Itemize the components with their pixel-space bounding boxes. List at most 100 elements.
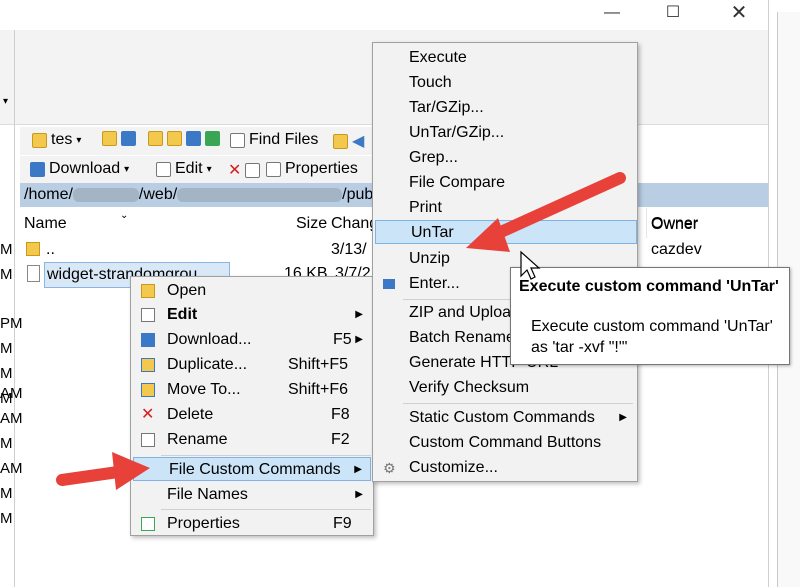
- chevron-down-icon: ▾: [76, 134, 82, 146]
- download-icon: [141, 333, 155, 347]
- edit-label: Edit: [175, 160, 203, 177]
- chevron-down-icon: ▾: [206, 163, 212, 175]
- download-icon: [30, 161, 45, 177]
- back-arrow-icon[interactable]: ◀: [352, 131, 364, 151]
- root-dir-icon[interactable]: [167, 131, 182, 146]
- menu-item-label: Custom Command Buttons: [409, 434, 602, 451]
- menu-item-duplicate[interactable]: Duplicate... Shift+F5: [133, 353, 371, 377]
- tooltip-title: Execute custom command 'UnTar': [519, 278, 779, 295]
- menu-item-open[interactable]: Open: [133, 279, 371, 303]
- find-files-button[interactable]: Find Files: [230, 131, 318, 149]
- time-cell: M: [0, 435, 13, 452]
- download-button[interactable]: Download ▾: [30, 160, 129, 178]
- arrow-shaft: [56, 466, 124, 486]
- folder-icon: [32, 132, 47, 148]
- file-changed: 3/13/: [331, 241, 367, 258]
- submenu-item-grep[interactable]: Grep...: [375, 146, 635, 170]
- file-toolbar: Download ▾ Edit ▾ ✕ Properties: [20, 156, 380, 184]
- edit-icon: [141, 308, 155, 322]
- file-name: ..: [46, 241, 55, 258]
- menu-item-label: UnTar/GZip...: [409, 124, 505, 141]
- parent-dir-icon[interactable]: [148, 131, 163, 146]
- menu-item-properties[interactable]: Properties F9: [133, 512, 371, 536]
- table-row[interactable]: .. 3/13/: [20, 238, 380, 262]
- title-bar: — ☐ ✕: [0, 0, 770, 30]
- rename-icon[interactable]: [245, 162, 261, 178]
- custom-commands-submenu: Execute Touch Tar/GZip... UnTar/GZip... …: [372, 42, 638, 482]
- time-cell: M: [0, 241, 13, 258]
- time-cell: M: [0, 485, 13, 502]
- owner-header-overlay: Owner: [651, 216, 699, 233]
- minimize-button[interactable]: —: [589, 0, 635, 30]
- find-files-label: Find Files: [249, 131, 319, 148]
- menu-item-label: Touch: [409, 74, 452, 91]
- time-cell: M: [0, 510, 13, 527]
- menu-item-shortcut: Shift+F5: [288, 356, 349, 373]
- menu-item-label: Verify Checksum: [409, 379, 530, 396]
- menu-separator: [403, 403, 633, 404]
- menu-item-rename[interactable]: Rename F2: [133, 428, 371, 452]
- duplicate-icon: [141, 358, 155, 372]
- tree-icon[interactable]: [333, 133, 348, 149]
- submenu-item-customize[interactable]: ⚙ Customize...: [375, 456, 635, 480]
- properties-button[interactable]: Properties: [266, 160, 358, 178]
- column-size[interactable]: Size: [296, 215, 327, 233]
- menu-item-label: Unzip: [409, 250, 450, 267]
- submenu-item-static-custom-commands[interactable]: Static Custom Commands ▶: [375, 406, 635, 430]
- home-icon[interactable]: [186, 131, 201, 146]
- menu-item-label: File Compare: [409, 174, 506, 191]
- close-button[interactable]: ✕: [716, 0, 762, 30]
- menu-item-shortcut: F5: [333, 331, 352, 348]
- open-folder-icon[interactable]: [102, 131, 117, 146]
- submenu-item-touch[interactable]: Touch: [375, 71, 635, 95]
- edit-button[interactable]: Edit ▾: [156, 160, 212, 178]
- menu-item-label: Print: [409, 199, 442, 216]
- submenu-item-print[interactable]: Print: [375, 196, 635, 220]
- menu-item-label: Properties: [167, 515, 240, 532]
- submenu-item-custom-command-buttons[interactable]: Custom Command Buttons: [375, 431, 635, 455]
- menu-item-label: Delete: [167, 406, 214, 423]
- delete-icon: ✕: [141, 406, 155, 423]
- maximize-button[interactable]: ☐: [650, 0, 696, 30]
- submenu-item-file-compare[interactable]: File Compare: [375, 171, 635, 195]
- download-label: Download: [49, 160, 121, 177]
- properties-label: Properties: [285, 160, 358, 177]
- remote-toolbar: tes ▾ Find Files ◀: [20, 127, 380, 155]
- panel-divider[interactable]: [14, 30, 15, 587]
- menu-item-label: Download...: [167, 331, 252, 348]
- menu-item-delete[interactable]: ✕ Delete F8: [133, 403, 371, 427]
- menu-item-edit[interactable]: Edit ▶: [133, 303, 371, 327]
- submenu-item-execute[interactable]: Execute: [375, 46, 635, 70]
- submenu-item-untar[interactable]: UnTar: [375, 220, 637, 244]
- filter-icon[interactable]: [121, 131, 136, 146]
- submenu-arrow-icon: ▶: [354, 464, 362, 475]
- menu-item-label: Execute: [409, 49, 467, 66]
- time-cell: M: [0, 266, 13, 283]
- menu-item-move-to[interactable]: Move To... Shift+F6: [133, 378, 371, 402]
- menu-item-label: UnTar: [411, 224, 454, 241]
- menu-item-download[interactable]: Download... F5 ▶: [133, 328, 371, 352]
- column-name[interactable]: Name: [24, 215, 67, 233]
- menu-item-file-names[interactable]: File Names ▶: [133, 483, 371, 507]
- edit-icon: [156, 161, 171, 177]
- time-cell: AM: [0, 460, 23, 477]
- menu-item-shortcut: Shift+F6: [288, 381, 349, 398]
- command-tooltip: Execute custom command 'UnTar' Execute c…: [510, 267, 790, 365]
- location-selector[interactable]: tes ▾: [32, 131, 81, 149]
- delete-toolbar-button[interactable]: ✕: [228, 160, 261, 180]
- local-panel-times: M M PM M M M AM AM M AM M M: [0, 230, 23, 587]
- submenu-item-verify-checksum[interactable]: Verify Checksum: [375, 376, 635, 400]
- menu-item-label: Open: [167, 282, 207, 299]
- menu-item-shortcut: F8: [331, 406, 350, 423]
- sort-chevron-icon: ⌄: [120, 210, 129, 221]
- refresh-icon[interactable]: [205, 131, 220, 146]
- ribbon-dropdown-icon[interactable]: ▾: [3, 96, 8, 107]
- menu-item-file-custom-commands[interactable]: File Custom Commands ▶: [133, 457, 371, 481]
- submenu-item-untar-gzip[interactable]: UnTar/GZip...: [375, 121, 635, 145]
- menu-separator: [161, 455, 371, 456]
- move-icon: [141, 383, 155, 397]
- gear-icon: ⚙: [383, 460, 396, 476]
- time-cell: AM: [0, 410, 23, 427]
- nav-icons-group: [102, 131, 136, 146]
- submenu-item-tar-gzip[interactable]: Tar/GZip...: [375, 96, 635, 120]
